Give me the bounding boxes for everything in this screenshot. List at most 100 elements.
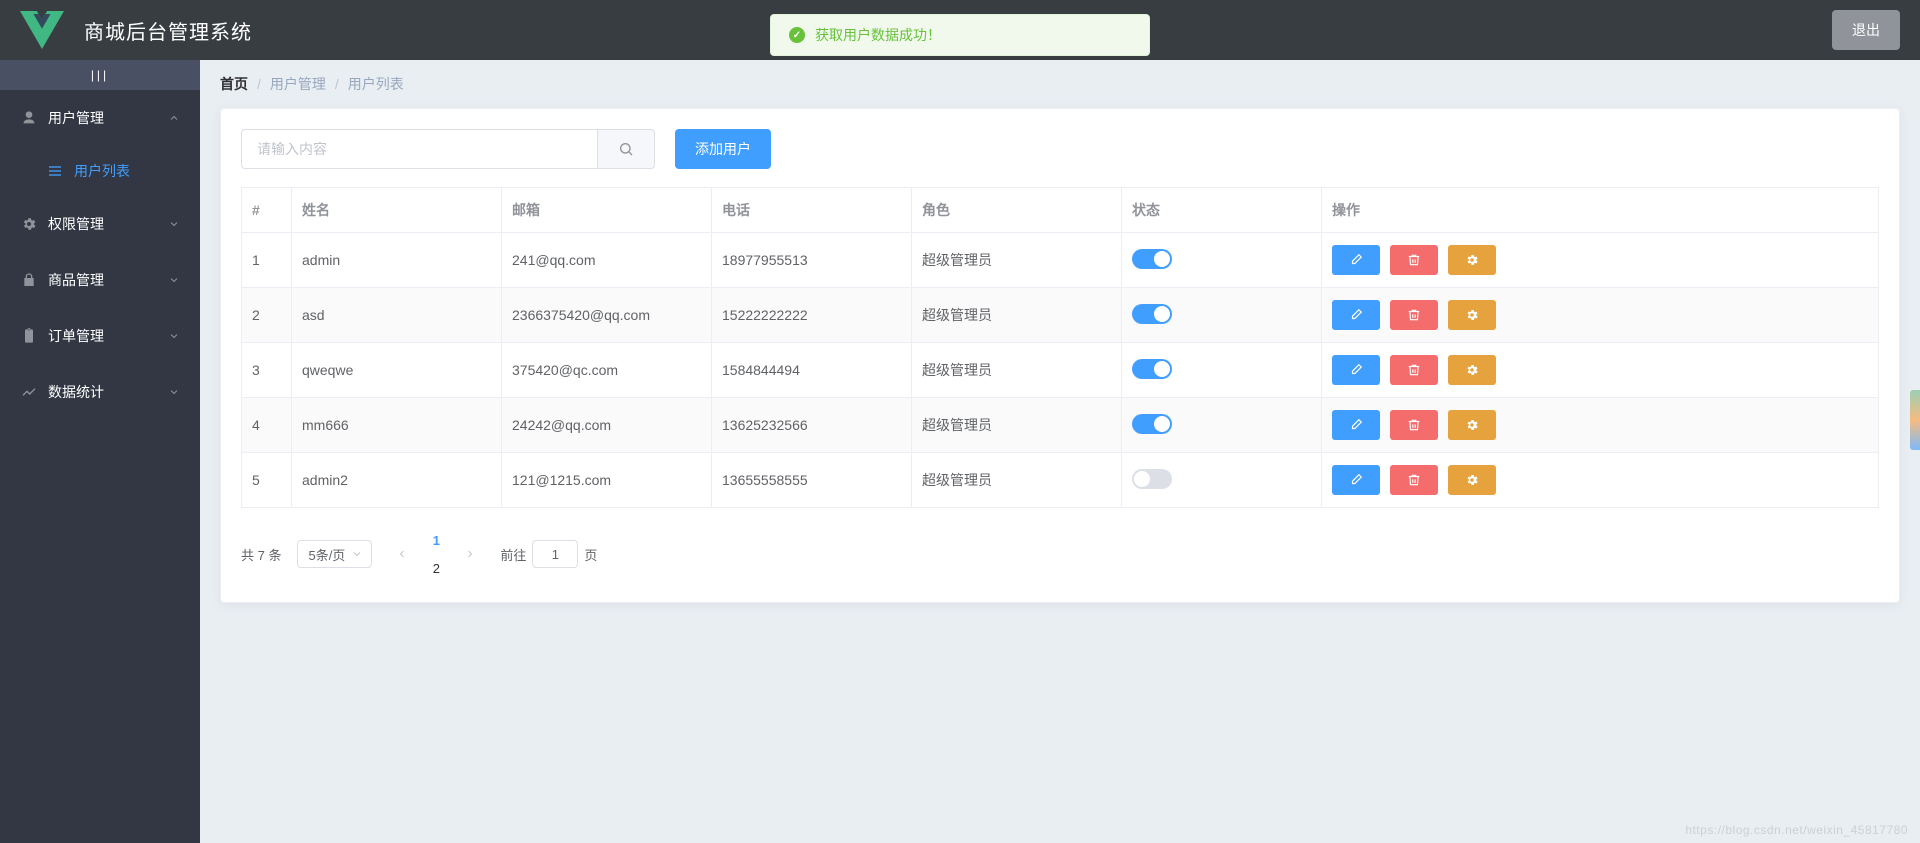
sidebar-item-orders[interactable]: 订单管理 — [0, 308, 200, 364]
sidebar-collapse-toggle[interactable]: ||| — [0, 60, 200, 90]
edit-icon — [1349, 253, 1363, 267]
state-switch[interactable] — [1132, 249, 1172, 269]
table-row: 2asd2366375420@qq.com15222222222超级管理员 — [242, 288, 1879, 343]
chevron-down-icon — [168, 274, 180, 286]
breadcrumb: 首页 / 用户管理 / 用户列表 — [200, 60, 1920, 108]
delete-button[interactable] — [1390, 355, 1438, 385]
breadcrumb-sep: / — [257, 76, 261, 92]
cell-phone: 18977955513 — [712, 233, 912, 288]
breadcrumb-page: 用户列表 — [348, 74, 404, 94]
search-input[interactable] — [241, 129, 597, 169]
delete-button[interactable] — [1390, 300, 1438, 330]
check-circle-icon: ✓ — [789, 27, 805, 43]
cell-index: 1 — [242, 233, 292, 288]
pager-page[interactable]: 2 — [422, 554, 450, 582]
col-ops: 操作 — [1322, 188, 1879, 233]
search-group — [241, 129, 655, 169]
pager: 12 — [388, 526, 484, 582]
chevron-down-icon — [168, 330, 180, 342]
state-switch[interactable] — [1132, 304, 1172, 324]
breadcrumb-group: 用户管理 — [270, 74, 326, 94]
sidebar-item-goods[interactable]: 商品管理 — [0, 252, 200, 308]
edit-button[interactable] — [1332, 245, 1380, 275]
delete-button[interactable] — [1390, 465, 1438, 495]
search-button[interactable] — [597, 129, 655, 169]
cell-phone: 1584844494 — [712, 343, 912, 398]
sidebar-item-users[interactable]: 用户管理 — [0, 90, 200, 146]
cell-index: 4 — [242, 398, 292, 453]
page-size-select[interactable]: 5条/页 — [297, 540, 372, 568]
search-icon — [618, 141, 634, 157]
sidebar-subitem-label: 用户列表 — [74, 161, 130, 181]
content-card: 添加用户 # 姓名 邮箱 电话 角色 状态 操作 1admin241@qq.co… — [220, 108, 1900, 603]
pager-next[interactable] — [456, 540, 484, 568]
table-header-row: # 姓名 邮箱 电话 角色 状态 操作 — [242, 188, 1879, 233]
sidebar-subitem-user-list[interactable]: 用户列表 — [0, 146, 200, 196]
edit-button[interactable] — [1332, 410, 1380, 440]
chevron-down-icon — [168, 386, 180, 398]
settings-button[interactable] — [1448, 245, 1496, 275]
table-row: 4mm66624242@qq.com13625232566超级管理员 — [242, 398, 1879, 453]
settings-button[interactable] — [1448, 410, 1496, 440]
col-email: 邮箱 — [502, 188, 712, 233]
gear-icon — [20, 216, 38, 232]
trash-icon — [1407, 418, 1421, 432]
cell-name: admin — [292, 233, 502, 288]
cell-name: admin2 — [292, 453, 502, 508]
watermark-text: https://blog.csdn.net/weixin_45817780 — [1685, 823, 1908, 837]
col-index: # — [242, 188, 292, 233]
state-switch[interactable] — [1132, 469, 1172, 489]
cell-email: 121@1215.com — [502, 453, 712, 508]
settings-button[interactable] — [1448, 300, 1496, 330]
cell-ops — [1322, 233, 1879, 288]
pager-page[interactable]: 1 — [422, 526, 450, 554]
col-state: 状态 — [1122, 188, 1322, 233]
cell-role: 超级管理员 — [912, 453, 1122, 508]
toast-message: 获取用户数据成功！ — [815, 25, 941, 45]
edit-button[interactable] — [1332, 300, 1380, 330]
cell-ops — [1322, 453, 1879, 508]
state-switch[interactable] — [1132, 414, 1172, 434]
cell-role: 超级管理员 — [912, 343, 1122, 398]
delete-button[interactable] — [1390, 245, 1438, 275]
sidebar: ||| 用户管理 用户列表 权限管理 商品管理 订单管理 数据统计 — [0, 60, 200, 843]
sidebar-item-permissions[interactable]: 权限管理 — [0, 196, 200, 252]
pager-prev[interactable] — [388, 540, 416, 568]
cell-state — [1122, 453, 1322, 508]
settings-button[interactable] — [1448, 465, 1496, 495]
cell-role: 超级管理员 — [912, 398, 1122, 453]
goto-input[interactable] — [532, 540, 578, 568]
breadcrumb-home[interactable]: 首页 — [220, 74, 248, 94]
cell-phone: 13625232566 — [712, 398, 912, 453]
add-user-button[interactable]: 添加用户 — [675, 129, 771, 169]
sidebar-item-label: 商品管理 — [48, 270, 104, 290]
side-handle-icon — [1910, 390, 1920, 450]
chevron-down-icon — [168, 218, 180, 230]
toast-success: ✓ 获取用户数据成功！ — [770, 14, 1150, 56]
logo-block: 商城后台管理系统 — [20, 8, 252, 52]
gear-icon — [1465, 473, 1479, 487]
cell-email: 375420@qc.com — [502, 343, 712, 398]
edit-icon — [1349, 418, 1363, 432]
cell-name: mm666 — [292, 398, 502, 453]
edit-button[interactable] — [1332, 355, 1380, 385]
delete-button[interactable] — [1390, 410, 1438, 440]
logout-button[interactable]: 退出 — [1832, 10, 1900, 50]
main-content: 首页 / 用户管理 / 用户列表 添加用户 # 姓名 — [200, 60, 1920, 843]
state-switch[interactable] — [1132, 359, 1172, 379]
gear-icon — [1465, 418, 1479, 432]
trash-icon — [1407, 473, 1421, 487]
cell-index: 5 — [242, 453, 292, 508]
users-table: # 姓名 邮箱 电话 角色 状态 操作 1admin241@qq.com1897… — [241, 187, 1879, 508]
edit-button[interactable] — [1332, 465, 1380, 495]
sidebar-item-label: 权限管理 — [48, 214, 104, 234]
breadcrumb-sep: / — [335, 76, 339, 92]
goto-prefix: 前往 — [500, 545, 526, 564]
sidebar-item-stats[interactable]: 数据统计 — [0, 364, 200, 420]
user-icon — [20, 110, 38, 126]
chevron-down-icon — [168, 112, 180, 124]
pagination-total: 共 7 条 — [241, 545, 281, 564]
settings-button[interactable] — [1448, 355, 1496, 385]
chart-icon — [20, 384, 38, 400]
cell-phone: 15222222222 — [712, 288, 912, 343]
